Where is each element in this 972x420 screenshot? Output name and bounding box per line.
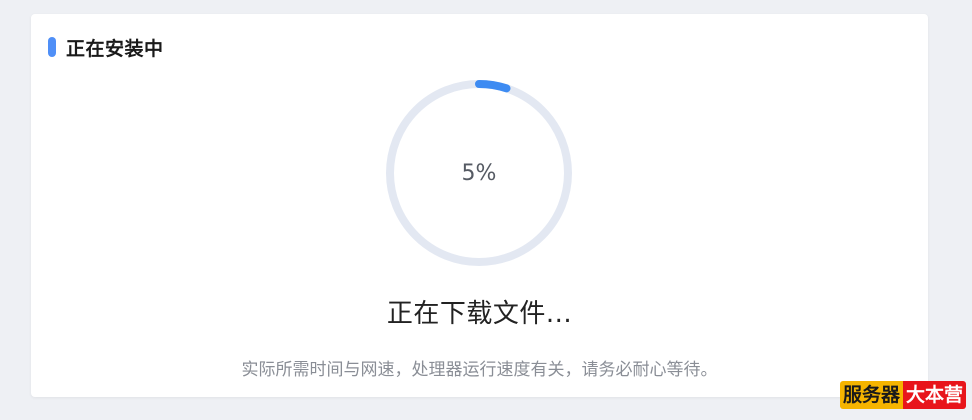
watermark-part2: 大本营 (902, 381, 966, 409)
watermark-part1: 服务器 (839, 381, 903, 409)
hint-text: 实际所需时间与网速，处理器运行速度有关，请务必耐心等待。 (241, 360, 718, 380)
card-header: 正在安装中 (48, 36, 164, 60)
status-text: 正在下载文件... (386, 299, 573, 329)
title-accent-bar (48, 37, 56, 57)
progress-ring: 5% (384, 78, 574, 268)
card-title: 正在安装中 (66, 37, 164, 60)
install-card: 正在安装中 5% 正在下载文件... 实际所需时间与网速，处理器运行速度有关，请… (31, 14, 928, 397)
watermark-logo: 服务器 大本营 (839, 381, 966, 409)
progress-percent-label: 5% (461, 160, 497, 186)
